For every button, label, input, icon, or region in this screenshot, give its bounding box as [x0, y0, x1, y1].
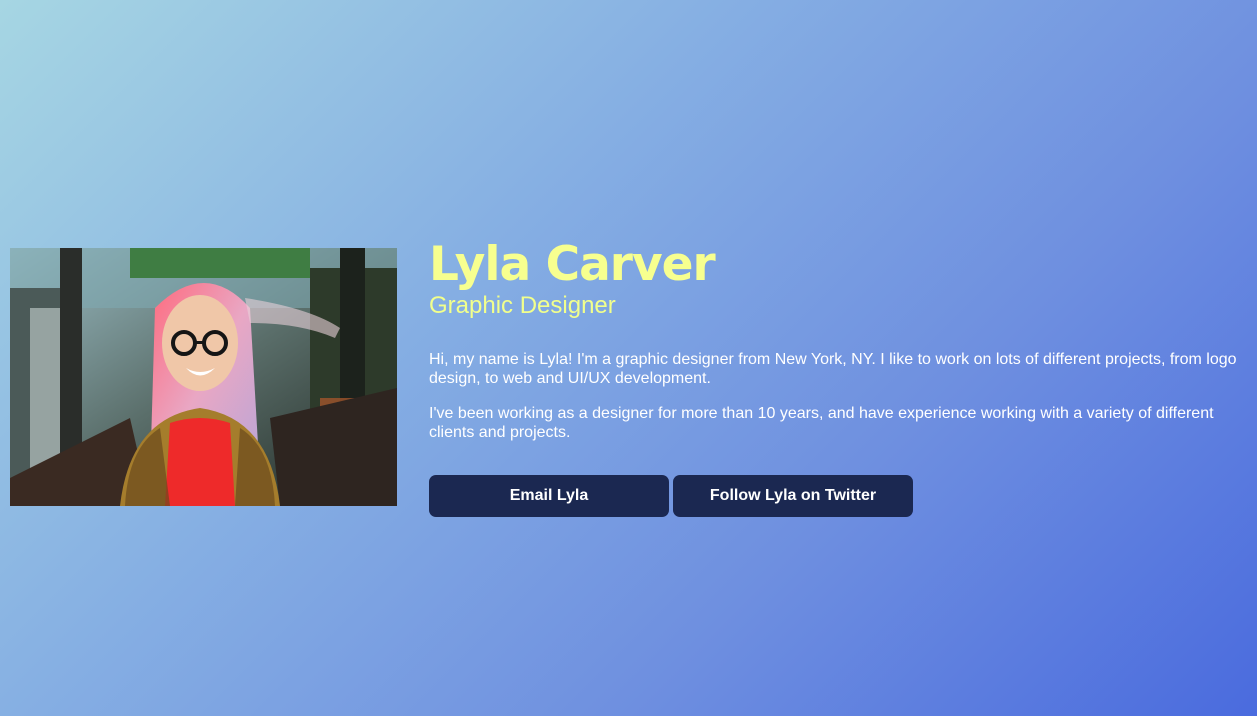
twitter-follow-button[interactable]: Follow Lyla on Twitter — [673, 475, 913, 517]
email-button[interactable]: Email Lyla — [429, 475, 669, 517]
action-buttons: Email Lyla Follow Lyla on Twitter — [429, 475, 1247, 517]
bio-paragraph-2: I've been working as a designer for more… — [429, 405, 1214, 441]
bio-paragraph-1: Hi, my name is Lyla! I'm a graphic desig… — [429, 351, 1237, 387]
profile-name: Lyla Carver — [429, 237, 716, 292]
profile-role: Graphic Designer — [429, 292, 616, 319]
profile-info: Lyla Carver Graphic Designer Hi, my name… — [429, 238, 1247, 517]
profile-photo — [10, 248, 397, 506]
